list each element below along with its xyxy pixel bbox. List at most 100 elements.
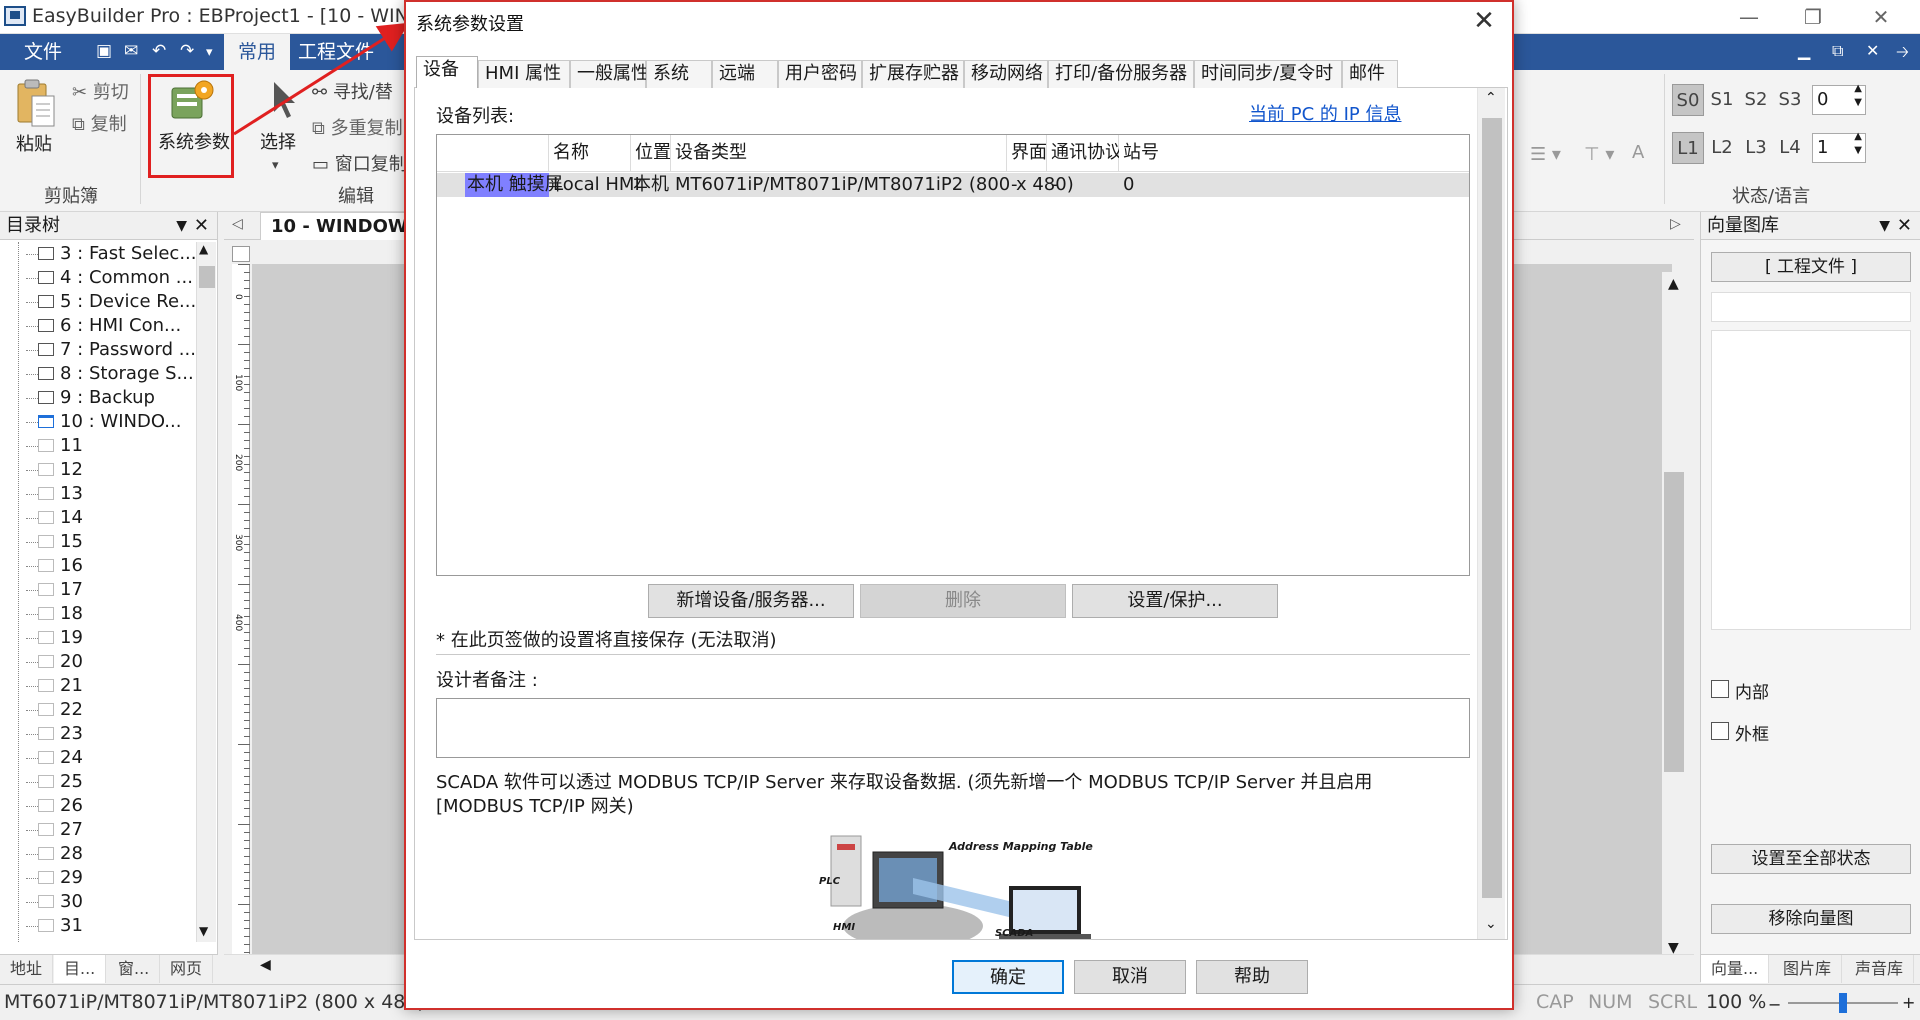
panel-close-icon[interactable]: ✕ bbox=[194, 212, 209, 240]
tab-picture-library[interactable]: 图片库 bbox=[1773, 955, 1843, 983]
table-header-name[interactable]: 名称 bbox=[549, 135, 631, 171]
tree-item[interactable]: 16 bbox=[0, 554, 196, 578]
tree-item[interactable]: 20 bbox=[0, 650, 196, 674]
scroll-up-icon[interactable]: ⌃ bbox=[1485, 90, 1497, 106]
paste-icon[interactable] bbox=[14, 78, 58, 130]
tree-item[interactable]: 21 bbox=[0, 674, 196, 698]
tree-item[interactable]: 25 bbox=[0, 770, 196, 794]
font-icon[interactable]: A bbox=[1632, 142, 1644, 163]
state-s2-button[interactable]: S2 bbox=[1740, 84, 1772, 116]
dialog-scrollbar[interactable]: ⌃ ⌄ bbox=[1477, 88, 1505, 939]
language-l1-button[interactable]: L1 bbox=[1672, 132, 1704, 164]
tab-file[interactable]: 文件 bbox=[10, 34, 76, 70]
state-spinner[interactable]: 0 ▲ ▼ bbox=[1812, 82, 1866, 115]
tree-scrollbar[interactable]: ▲ ▼ bbox=[196, 242, 216, 942]
designer-notes-input[interactable] bbox=[436, 698, 1470, 758]
ribbon-restore-icon[interactable]: ⧉ bbox=[1832, 41, 1843, 61]
tree-item[interactable]: 8 : Storage S... bbox=[0, 362, 196, 386]
language-l2-button[interactable]: L2 bbox=[1706, 132, 1738, 164]
table-header-location[interactable]: 位置 bbox=[631, 135, 671, 171]
pc-ip-info-link[interactable]: 当前 PC 的 IP 信息 bbox=[1249, 100, 1401, 126]
undo-icon[interactable]: ↶ bbox=[152, 41, 166, 61]
redo-icon[interactable]: ↷ bbox=[180, 41, 194, 61]
dialog-tab[interactable]: 系统 bbox=[646, 60, 712, 88]
align-icon[interactable]: ☰ ▾ bbox=[1530, 144, 1561, 165]
dialog-close-icon[interactable]: ✕ bbox=[1464, 2, 1504, 40]
tree-item[interactable]: 9 : Backup bbox=[0, 386, 196, 410]
state-s3-button[interactable]: S3 bbox=[1774, 84, 1806, 116]
ok-button[interactable]: 确定 bbox=[952, 960, 1064, 994]
tree-item[interactable]: 17 bbox=[0, 578, 196, 602]
tree-item[interactable]: 31 bbox=[0, 914, 196, 938]
table-header-station[interactable]: 站号 bbox=[1119, 135, 1469, 171]
set-all-states-button[interactable]: 设置至全部状态 bbox=[1711, 844, 1911, 874]
gallery-path-field[interactable] bbox=[1711, 292, 1911, 322]
scroll-left-icon[interactable]: ◀ bbox=[260, 957, 271, 973]
tree-item[interactable]: 6 : HMI Con... bbox=[0, 314, 196, 338]
tree-item[interactable]: 28 bbox=[0, 842, 196, 866]
gallery-preview[interactable] bbox=[1711, 330, 1911, 630]
copy-button[interactable]: ⧉ 复制 bbox=[72, 110, 127, 136]
tab-scroll-right-icon[interactable]: ▷ bbox=[1670, 216, 1681, 232]
tree-item[interactable]: 27 bbox=[0, 818, 196, 842]
tab-address[interactable]: 地址 bbox=[0, 955, 54, 983]
spinner-arrows-icon[interactable]: ▲ ▼ bbox=[1854, 82, 1862, 110]
tab-sound-library[interactable]: 声音库 bbox=[1845, 955, 1915, 983]
editor-vscrollbar[interactable]: ▲ ▼ bbox=[1662, 272, 1686, 962]
project-file-button[interactable]: [ 工程文件 ] bbox=[1711, 252, 1911, 282]
dialog-tab[interactable]: 远端 bbox=[712, 60, 778, 88]
spinner-arrows-icon[interactable]: ▲ ▼ bbox=[1854, 130, 1862, 158]
tab-vector[interactable]: 向量... bbox=[1701, 955, 1770, 983]
tree-item[interactable]: 12 bbox=[0, 458, 196, 482]
restore-button[interactable]: ❐ bbox=[1784, 0, 1842, 34]
panel-close-icon[interactable]: ✕ bbox=[1897, 212, 1912, 240]
panel-dropdown-icon[interactable]: ▼ bbox=[1879, 212, 1890, 240]
tree-item[interactable]: 10 : WINDO... bbox=[0, 410, 196, 434]
editor-tab-window10[interactable]: 10 - WINDOW bbox=[260, 212, 419, 240]
dialog-tab[interactable]: 扩展存贮器 bbox=[862, 60, 964, 88]
tree-item[interactable]: 19 bbox=[0, 626, 196, 650]
dialog-scroll-thumb[interactable] bbox=[1482, 118, 1502, 898]
tree-item[interactable]: 22 bbox=[0, 698, 196, 722]
language-spinner[interactable]: 1 ▲ ▼ bbox=[1812, 130, 1866, 163]
cancel-button[interactable]: 取消 bbox=[1074, 960, 1186, 994]
tree-item[interactable]: 5 : Device Re... bbox=[0, 290, 196, 314]
scroll-thumb[interactable] bbox=[1664, 472, 1684, 772]
save-icon[interactable]: ▣ bbox=[96, 41, 112, 61]
frame-checkbox[interactable] bbox=[1711, 722, 1729, 740]
dialog-tab[interactable]: 打印/备份服务器 bbox=[1048, 60, 1194, 88]
help-button[interactable]: 帮助 bbox=[1196, 960, 1308, 994]
state-s0-button[interactable]: S0 bbox=[1672, 84, 1704, 116]
cut-button[interactable]: ✂ 剪切 bbox=[72, 78, 129, 104]
tree-item[interactable]: 23 bbox=[0, 722, 196, 746]
select-dropdown-icon[interactable]: ▾ bbox=[272, 158, 279, 173]
tab-scroll-left-icon[interactable]: ◁ bbox=[232, 216, 243, 232]
scroll-down-icon[interactable]: ⌄ bbox=[1485, 916, 1497, 932]
window-copy-button[interactable]: ▭ 窗口复制 bbox=[312, 150, 407, 176]
inner-checkbox[interactable] bbox=[1711, 680, 1729, 698]
tree-item[interactable]: 13 bbox=[0, 482, 196, 506]
settings-protect-button[interactable]: 设置/保护... bbox=[1072, 584, 1278, 618]
paste-button[interactable]: 粘贴 bbox=[16, 130, 52, 156]
ribbon-pin-icon[interactable]: 🡢 bbox=[1896, 41, 1909, 68]
scroll-thumb[interactable] bbox=[199, 266, 215, 288]
tree-item[interactable]: 18 bbox=[0, 602, 196, 626]
scroll-up-icon[interactable]: ▲ bbox=[1668, 276, 1679, 292]
tab-directory[interactable]: 目... bbox=[54, 955, 107, 983]
tab-window[interactable]: 窗... bbox=[108, 955, 161, 983]
dialog-tab[interactable]: HMI 属性 bbox=[478, 60, 570, 88]
dialog-tab[interactable]: 用户密码 bbox=[778, 60, 862, 88]
state-s1-button[interactable]: S1 bbox=[1706, 84, 1738, 116]
zoom-slider-thumb[interactable] bbox=[1839, 993, 1847, 1013]
qat-dropdown-icon[interactable]: ▾ bbox=[206, 45, 213, 60]
tree-item[interactable]: 30 bbox=[0, 890, 196, 914]
tree-item[interactable]: 29 bbox=[0, 866, 196, 890]
ribbon-minimize-icon[interactable]: ▁ bbox=[1798, 41, 1810, 60]
zoom-slider[interactable] bbox=[1788, 993, 1898, 1013]
text-align-icon[interactable]: ⊤ ▾ bbox=[1584, 144, 1614, 165]
language-l4-button[interactable]: L4 bbox=[1774, 132, 1806, 164]
tree-item[interactable]: 4 : Common ... bbox=[0, 266, 196, 290]
minimize-button[interactable]: — bbox=[1720, 0, 1778, 34]
dialog-tab[interactable]: 一般属性 bbox=[570, 60, 649, 88]
panel-dropdown-icon[interactable]: ▼ bbox=[176, 212, 187, 240]
